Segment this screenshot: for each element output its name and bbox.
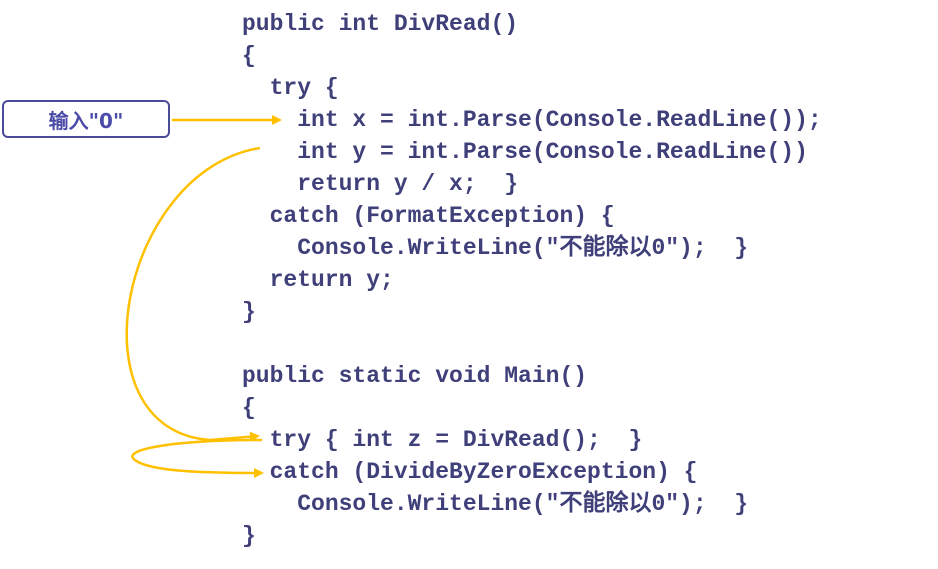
- flow-arrows: [125, 115, 282, 478]
- return-curve-arrow: [125, 146, 261, 442]
- catch-loop-arrow: [131, 438, 264, 478]
